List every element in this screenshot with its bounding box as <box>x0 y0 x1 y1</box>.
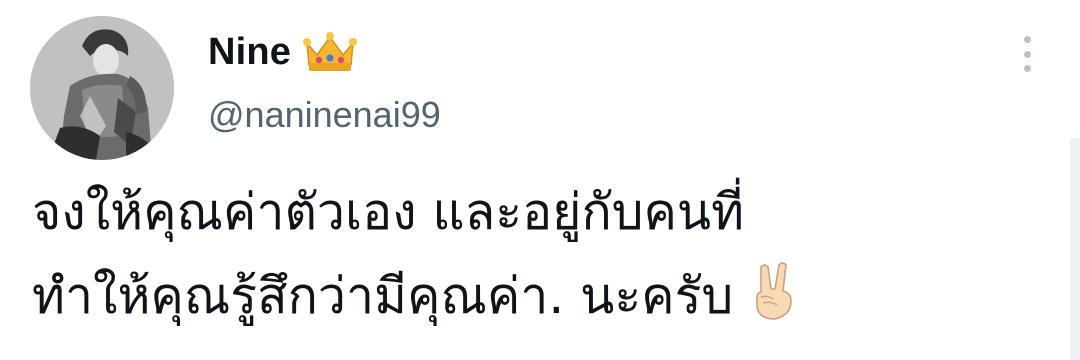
display-name[interactable]: Nine <box>208 31 291 74</box>
dot <box>1023 65 1031 72</box>
more-options-icon[interactable] <box>1012 32 1042 76</box>
tweet-card[interactable]: Nine @naninenai99 จงให้คุณค่าตัวเอง และอ… <box>0 0 1080 360</box>
tweet-text-line: จงให้คุณค่าตัวเอง และอยู่กับคนที่ <box>32 170 992 254</box>
dot <box>1023 50 1031 58</box>
tweet-text-line: ทำให้คุณรู้สึกว่ามีคุณค่า. นะครับ <box>32 254 992 338</box>
avatar[interactable] <box>30 16 174 160</box>
crown-icon <box>301 31 359 73</box>
author-handle[interactable]: @naninenai99 <box>208 94 441 136</box>
author-name-row[interactable]: Nine <box>208 26 359 78</box>
scroll-edge <box>1070 138 1080 360</box>
victory-hand-icon <box>745 261 801 321</box>
dot <box>1023 36 1031 43</box>
tweet-text: จงให้คุณค่าตัวเอง และอยู่กับคนที่ ทำให้ค… <box>32 170 992 338</box>
tweet-text-line-2: ทำให้คุณรู้สึกว่ามีคุณค่า. นะครับ <box>32 267 734 325</box>
tweet-text-line-1: จงให้คุณค่าตัวเอง และอยู่กับคนที่ <box>32 183 745 241</box>
profile-photo-icon <box>30 16 174 160</box>
